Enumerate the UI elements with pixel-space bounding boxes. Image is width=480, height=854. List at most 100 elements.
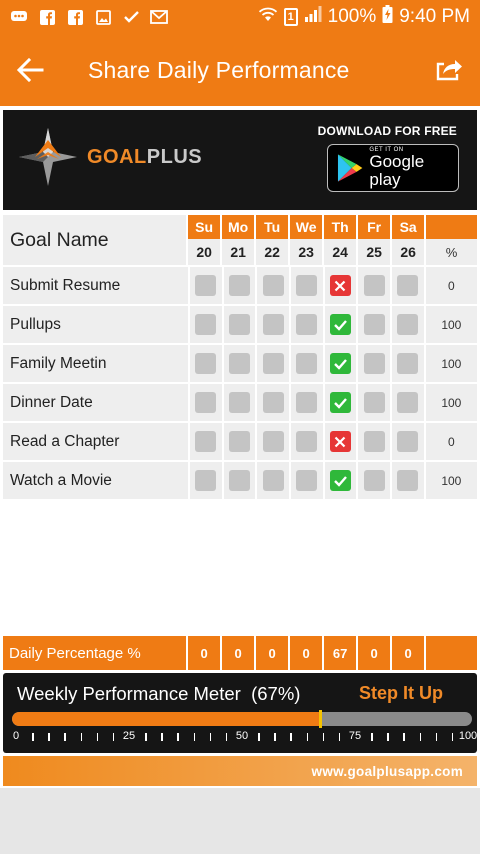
day-cell: [223, 423, 256, 460]
checkbox-empty[interactable]: [397, 314, 419, 335]
checkbox-empty[interactable]: [397, 470, 419, 491]
checkbox-empty[interactable]: [363, 275, 385, 296]
table-row: Dinner Date 100: [3, 384, 478, 423]
day-cell: [358, 345, 390, 382]
checkbox-empty[interactable]: [262, 353, 284, 374]
google-play-button[interactable]: GET IT ON Google play: [327, 144, 459, 192]
day-cell: [223, 345, 256, 382]
meter-track: [12, 712, 472, 726]
pct-header: %: [426, 215, 477, 265]
day-number: 22: [256, 239, 289, 265]
day-header-su: Su 20: [188, 215, 221, 265]
checkbox-empty[interactable]: [296, 470, 318, 491]
scale-tick: [435, 733, 438, 741]
compass-star-icon: [19, 128, 77, 186]
checkbox-empty[interactable]: [229, 431, 251, 452]
checkbox-empty[interactable]: [262, 314, 284, 335]
checkbox-empty[interactable]: [363, 392, 385, 413]
scale-tick: [419, 733, 422, 741]
day-number: 24: [324, 239, 357, 265]
goal-name: Pullups: [3, 306, 189, 343]
checkbox-empty[interactable]: [229, 353, 251, 374]
checkbox-empty[interactable]: [296, 392, 318, 413]
checkbox-empty[interactable]: [195, 392, 217, 413]
day-cell: [324, 384, 357, 421]
checkbox-empty[interactable]: [229, 275, 251, 296]
scale-tick: [225, 733, 228, 741]
checkbox-done[interactable]: [329, 353, 351, 374]
scale-tick: [451, 733, 454, 741]
day-cell: [391, 345, 424, 382]
checkbox-empty[interactable]: [229, 392, 251, 413]
checkbox-empty[interactable]: [195, 275, 217, 296]
checkbox-empty[interactable]: [363, 353, 385, 374]
goal-percent: 100: [425, 462, 478, 499]
daily-percent-value: 0: [222, 636, 255, 670]
checkbox-empty[interactable]: [229, 470, 251, 491]
meter-percent: (67%): [251, 683, 301, 704]
checkbox-empty[interactable]: [363, 470, 385, 491]
checkbox-empty[interactable]: [195, 314, 217, 335]
checkbox-empty[interactable]: [397, 431, 419, 452]
checkbox-empty[interactable]: [397, 353, 419, 374]
day-cell: [190, 384, 222, 421]
play-store-icon: [337, 154, 363, 182]
checkbox-empty[interactable]: [262, 431, 284, 452]
day-cell: [257, 267, 289, 304]
checkbox-done[interactable]: [329, 392, 351, 413]
checkbox-empty[interactable]: [397, 275, 419, 296]
day-header-fr: Fr 25: [358, 215, 391, 265]
checkbox-empty[interactable]: [296, 353, 318, 374]
checkbox-empty[interactable]: [195, 470, 217, 491]
scale-tick: [290, 733, 292, 741]
checkbox-empty[interactable]: [262, 275, 284, 296]
checkbox-empty[interactable]: [262, 470, 284, 491]
day-cell: [358, 423, 390, 460]
back-arrow-icon: [16, 58, 44, 82]
checkbox-done[interactable]: [329, 314, 351, 335]
checkbox-done[interactable]: [329, 470, 351, 491]
clock: 9:40 PM: [399, 6, 470, 27]
website-link[interactable]: www.goalplusapp.com: [312, 764, 463, 779]
goal-percent: 100: [425, 345, 478, 382]
day-cell: [190, 462, 222, 499]
checkbox-empty[interactable]: [296, 275, 318, 296]
checkbox-empty[interactable]: [397, 392, 419, 413]
daily-pct-spacer: [426, 636, 477, 670]
checkbox-empty[interactable]: [363, 431, 385, 452]
signal-icon: [304, 6, 322, 28]
day-name: Fr: [358, 215, 391, 239]
day-cell: [391, 462, 424, 499]
day-name: We: [290, 215, 323, 239]
wifi-icon: [258, 6, 278, 28]
scale-tick: [209, 733, 212, 741]
step-it-up-link[interactable]: Step It Up: [359, 683, 443, 704]
checkbox-empty[interactable]: [195, 431, 217, 452]
share-button[interactable]: [420, 34, 480, 106]
day-header-sa: Sa 26: [392, 215, 425, 265]
day-cell: [358, 306, 390, 343]
chat-icon: [10, 9, 28, 25]
day-cell: [291, 462, 323, 499]
day-name: Mo: [222, 215, 255, 239]
day-cell: [324, 345, 357, 382]
day-cell: [291, 306, 323, 343]
checkbox-failed[interactable]: [329, 275, 351, 296]
checkbox-empty[interactable]: [195, 353, 217, 374]
gplay-big-text: Google play: [369, 152, 425, 189]
bottom-area: [0, 788, 480, 854]
checkbox-failed[interactable]: [329, 431, 351, 452]
day-name: Sa: [392, 215, 425, 239]
checkbox-empty[interactable]: [296, 314, 318, 335]
day-cell: [190, 423, 222, 460]
checkbox-empty[interactable]: [262, 392, 284, 413]
table-row: Family Meetin 100: [3, 345, 478, 384]
download-label: DOWNLOAD FOR FREE: [317, 124, 457, 138]
day-number: 20: [188, 239, 221, 265]
battery-charging-icon: [382, 5, 393, 29]
checkbox-empty[interactable]: [363, 314, 385, 335]
day-cell: [190, 267, 222, 304]
back-button[interactable]: [0, 34, 60, 106]
checkbox-empty[interactable]: [229, 314, 251, 335]
checkbox-empty[interactable]: [296, 431, 318, 452]
